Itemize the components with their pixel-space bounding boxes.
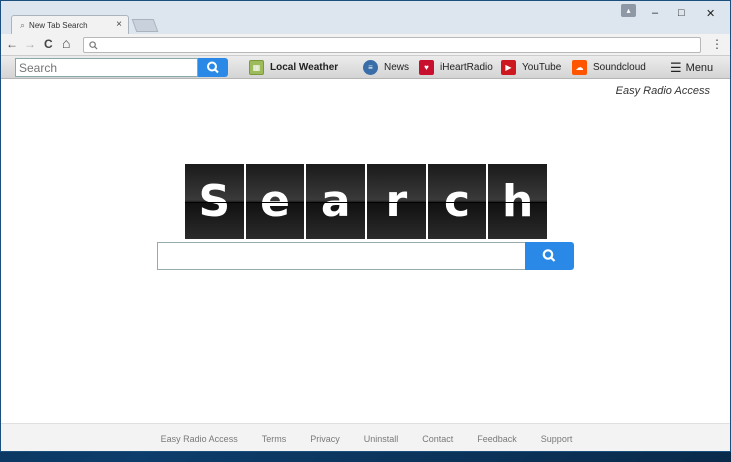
toolbar-search-input[interactable]: [15, 58, 198, 77]
logo-letter: h: [488, 164, 548, 239]
tab-title: New Tab Search: [29, 20, 88, 30]
main-search-input[interactable]: [157, 242, 527, 270]
news-icon: ≡: [363, 60, 378, 75]
address-bar[interactable]: [83, 37, 701, 53]
footer-link-uninstall[interactable]: Uninstall: [364, 434, 399, 444]
footer-link-easy-radio-access[interactable]: Easy Radio Access: [161, 434, 238, 444]
browser-tab[interactable]: ⌕ New Tab Search ×: [11, 15, 129, 34]
search-logo: S e a r c h: [185, 164, 548, 239]
maximize-icon[interactable]: □: [678, 7, 685, 19]
address-toolbar: ← → C ⌂ ⋮: [1, 34, 730, 56]
footer: Easy Radio Access Terms Privacy Uninstal…: [1, 423, 730, 451]
user-profile-icon[interactable]: ▴: [621, 4, 636, 17]
main-search-button[interactable]: [525, 242, 574, 270]
toolbar-search-button[interactable]: [198, 58, 228, 77]
browser-menu-icon[interactable]: ⋮: [711, 37, 723, 51]
reload-icon[interactable]: C: [44, 37, 53, 51]
logo-letter: r: [367, 164, 426, 239]
hamburger-icon: ☰: [670, 60, 682, 75]
tab-close-icon[interactable]: ×: [116, 19, 122, 30]
footer-link-terms[interactable]: Terms: [262, 434, 287, 444]
toolbar-link-news[interactable]: ≡ News: [363, 60, 409, 75]
toolbar-link-label: iHeartRadio: [440, 62, 493, 73]
search-icon: ⌕: [20, 19, 26, 30]
toolbar-link-label: Local Weather: [270, 62, 339, 73]
extension-toolbar: ▦ Local Weather ≡ News ♥ iHeartRadio ▶ Y…: [1, 56, 730, 79]
toolbar-link-youtube[interactable]: ▶ YouTube: [501, 60, 561, 75]
iheartradio-icon: ♥: [419, 60, 434, 75]
search-icon: [542, 249, 556, 262]
logo-letter: c: [427, 164, 487, 239]
brand-name: Easy Radio Access: [615, 85, 710, 97]
toolbar-link-label: YouTube: [522, 62, 562, 73]
forward-icon[interactable]: →: [24, 37, 36, 51]
new-tab-button[interactable]: [131, 19, 159, 32]
logo-letter: S: [185, 164, 244, 239]
minimize-icon[interactable]: –: [652, 7, 658, 19]
footer-link-contact[interactable]: Contact: [422, 434, 453, 444]
soundcloud-icon: ☁: [572, 60, 587, 75]
search-icon: [207, 61, 219, 74]
toolbar-menu-button[interactable]: ☰ Menu: [670, 60, 713, 76]
back-icon[interactable]: ←: [6, 37, 18, 51]
search-icon: [89, 41, 98, 50]
logo-letter: e: [245, 164, 305, 239]
footer-link-feedback[interactable]: Feedback: [477, 434, 517, 444]
toolbar-link-iheartradio[interactable]: ♥ iHeartRadio: [419, 60, 493, 75]
footer-link-privacy[interactable]: Privacy: [310, 434, 340, 444]
title-bar: ⌕ New Tab Search × ▴ – □ ✕: [1, 1, 730, 34]
toolbar-menu-label: Menu: [685, 62, 714, 74]
browser-window: ⌕ New Tab Search × ▴ – □ ✕ ← → C ⌂ ⋮ ▦ L…: [0, 0, 731, 452]
toolbar-link-local-weather[interactable]: ▦ Local Weather: [249, 60, 338, 75]
logo-letter: a: [306, 164, 366, 239]
toolbar-link-label: News: [384, 62, 410, 73]
youtube-icon: ▶: [501, 60, 516, 75]
toolbar-link-soundcloud[interactable]: ☁ Soundcloud: [572, 60, 646, 75]
home-icon[interactable]: ⌂: [62, 35, 70, 51]
close-window-icon[interactable]: ✕: [706, 7, 715, 20]
footer-link-support[interactable]: Support: [541, 434, 573, 444]
toolbar-link-label: Soundcloud: [593, 62, 646, 73]
map-icon: ▦: [249, 60, 264, 75]
